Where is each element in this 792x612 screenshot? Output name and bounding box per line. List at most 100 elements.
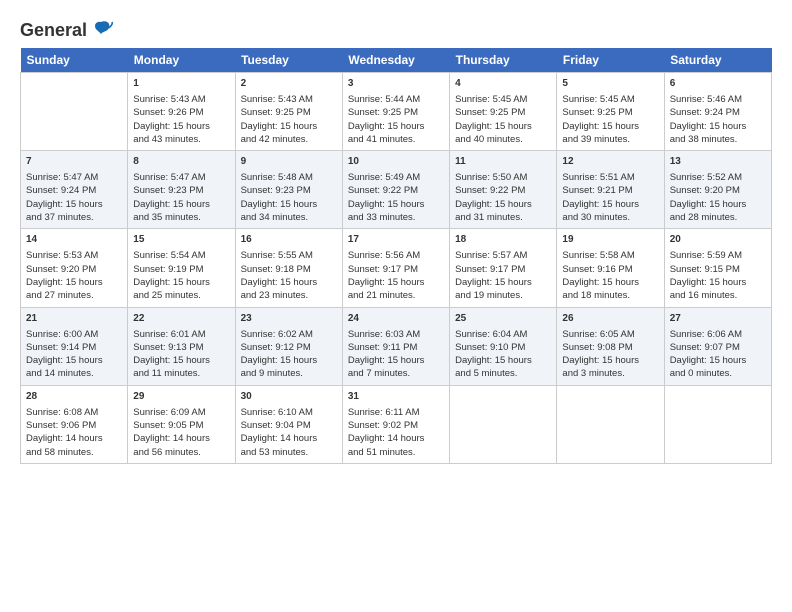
day-number: 25: [455, 312, 551, 326]
cell-line: Sunrise: 5:54 AM: [133, 249, 229, 262]
day-number: 15: [133, 233, 229, 247]
cell-line: Sunset: 9:02 PM: [348, 419, 444, 432]
cell-line: Sunrise: 5:50 AM: [455, 171, 551, 184]
cell-line: Sunset: 9:06 PM: [26, 419, 122, 432]
cell-line: Sunrise: 5:45 AM: [455, 93, 551, 106]
cell-line: Sunrise: 6:04 AM: [455, 328, 551, 341]
cell-line: Daylight: 15 hours: [562, 354, 658, 367]
cell-line: and 3 minutes.: [562, 367, 658, 380]
col-header-wednesday: Wednesday: [342, 48, 449, 73]
cell-line: Sunrise: 6:01 AM: [133, 328, 229, 341]
cell-line: Daylight: 15 hours: [455, 354, 551, 367]
cell-line: Daylight: 15 hours: [241, 120, 337, 133]
cell-line: Sunset: 9:22 PM: [348, 184, 444, 197]
cell-line: Daylight: 15 hours: [133, 120, 229, 133]
cell-line: Sunrise: 6:06 AM: [670, 328, 766, 341]
cell-line: and 27 minutes.: [26, 289, 122, 302]
day-number: 14: [26, 233, 122, 247]
cell-line: Sunset: 9:15 PM: [670, 263, 766, 276]
cell-line: Daylight: 15 hours: [348, 354, 444, 367]
cell-line: Sunrise: 5:56 AM: [348, 249, 444, 262]
cell-line: Sunrise: 5:52 AM: [670, 171, 766, 184]
cell-line: Daylight: 15 hours: [348, 120, 444, 133]
calendar-cell: [557, 385, 664, 463]
calendar-cell: 19Sunrise: 5:58 AMSunset: 9:16 PMDayligh…: [557, 229, 664, 307]
cell-line: Sunset: 9:25 PM: [348, 106, 444, 119]
day-number: 31: [348, 390, 444, 404]
calendar-cell: 5Sunrise: 5:45 AMSunset: 9:25 PMDaylight…: [557, 73, 664, 151]
cell-line: Daylight: 15 hours: [562, 120, 658, 133]
calendar-cell: 6Sunrise: 5:46 AMSunset: 9:24 PMDaylight…: [664, 73, 771, 151]
cell-line: and 33 minutes.: [348, 211, 444, 224]
cell-line: Sunrise: 6:00 AM: [26, 328, 122, 341]
calendar-cell: [21, 73, 128, 151]
calendar-cell: 17Sunrise: 5:56 AMSunset: 9:17 PMDayligh…: [342, 229, 449, 307]
cell-line: Sunrise: 5:55 AM: [241, 249, 337, 262]
cell-line: and 58 minutes.: [26, 446, 122, 459]
logo-general: General: [20, 20, 87, 41]
cell-line: Sunset: 9:19 PM: [133, 263, 229, 276]
calendar-cell: 7Sunrise: 5:47 AMSunset: 9:24 PMDaylight…: [21, 151, 128, 229]
calendar-row: 1Sunrise: 5:43 AMSunset: 9:26 PMDaylight…: [21, 73, 772, 151]
col-header-thursday: Thursday: [450, 48, 557, 73]
cell-line: Sunset: 9:25 PM: [241, 106, 337, 119]
cell-line: Daylight: 15 hours: [241, 198, 337, 211]
cell-line: Daylight: 15 hours: [348, 198, 444, 211]
cell-line: Sunset: 9:14 PM: [26, 341, 122, 354]
day-number: 22: [133, 312, 229, 326]
day-number: 18: [455, 233, 551, 247]
calendar-cell: 15 Sunrise: 5:54 AMSunset: 9:19 PMDayligh…: [128, 229, 235, 307]
cell-line: Sunset: 9:04 PM: [241, 419, 337, 432]
cell-line: Daylight: 15 hours: [670, 120, 766, 133]
cell-line: and 25 minutes.: [133, 289, 229, 302]
cell-line: Daylight: 15 hours: [670, 276, 766, 289]
col-header-saturday: Saturday: [664, 48, 771, 73]
cell-line: and 5 minutes.: [455, 367, 551, 380]
calendar-cell: 23Sunrise: 6:02 AMSunset: 9:12 PMDayligh…: [235, 307, 342, 385]
calendar-cell: 11Sunrise: 5:50 AMSunset: 9:22 PMDayligh…: [450, 151, 557, 229]
cell-line: and 19 minutes.: [455, 289, 551, 302]
cell-line: Sunset: 9:17 PM: [455, 263, 551, 276]
cell-line: and 9 minutes.: [241, 367, 337, 380]
day-number: 17: [348, 233, 444, 247]
cell-line: Sunrise: 5:53 AM: [26, 249, 122, 262]
cell-line: Sunrise: 5:57 AM: [455, 249, 551, 262]
calendar-cell: 28Sunrise: 6:08 AMSunset: 9:06 PMDayligh…: [21, 385, 128, 463]
logo: General: [20, 18, 113, 40]
cell-line: and 16 minutes.: [670, 289, 766, 302]
cell-line: Sunset: 9:26 PM: [133, 106, 229, 119]
cell-line: Daylight: 15 hours: [133, 276, 229, 289]
cell-line: Sunrise: 6:11 AM: [348, 406, 444, 419]
cell-line: and 30 minutes.: [562, 211, 658, 224]
day-number: 29: [133, 390, 229, 404]
calendar-cell: 18Sunrise: 5:57 AMSunset: 9:17 PMDayligh…: [450, 229, 557, 307]
calendar-cell: 30Sunrise: 6:10 AMSunset: 9:04 PMDayligh…: [235, 385, 342, 463]
cell-line: and 28 minutes.: [670, 211, 766, 224]
calendar-cell: 27Sunrise: 6:06 AMSunset: 9:07 PMDayligh…: [664, 307, 771, 385]
cell-line: Sunset: 9:17 PM: [348, 263, 444, 276]
calendar-cell: 13Sunrise: 5:52 AMSunset: 9:20 PMDayligh…: [664, 151, 771, 229]
cell-line: Daylight: 15 hours: [133, 354, 229, 367]
calendar-cell: 16Sunrise: 5:55 AMSunset: 9:18 PMDayligh…: [235, 229, 342, 307]
day-number: 3: [348, 77, 444, 91]
day-number: 8: [133, 155, 229, 169]
calendar-cell: 3Sunrise: 5:44 AMSunset: 9:25 PMDaylight…: [342, 73, 449, 151]
cell-line: Sunrise: 5:47 AM: [26, 171, 122, 184]
cell-line: Sunset: 9:24 PM: [26, 184, 122, 197]
cell-line: Sunset: 9:23 PM: [133, 184, 229, 197]
day-number: 4: [455, 77, 551, 91]
header-row: SundayMondayTuesdayWednesdayThursdayFrid…: [21, 48, 772, 73]
cell-line: Sunrise: 6:10 AM: [241, 406, 337, 419]
cell-line: Daylight: 14 hours: [133, 432, 229, 445]
cell-line: Sunset: 9:11 PM: [348, 341, 444, 354]
calendar-cell: 31Sunrise: 6:11 AMSunset: 9:02 PMDayligh…: [342, 385, 449, 463]
cell-line: Sunrise: 5:47 AM: [133, 171, 229, 184]
cell-line: and 56 minutes.: [133, 446, 229, 459]
cell-line: Sunrise: 6:09 AM: [133, 406, 229, 419]
day-number: 30: [241, 390, 337, 404]
cell-line: Daylight: 15 hours: [241, 276, 337, 289]
cell-line: Sunset: 9:25 PM: [455, 106, 551, 119]
calendar-row: 7Sunrise: 5:47 AMSunset: 9:24 PMDaylight…: [21, 151, 772, 229]
day-number: 20: [670, 233, 766, 247]
cell-line: and 14 minutes.: [26, 367, 122, 380]
